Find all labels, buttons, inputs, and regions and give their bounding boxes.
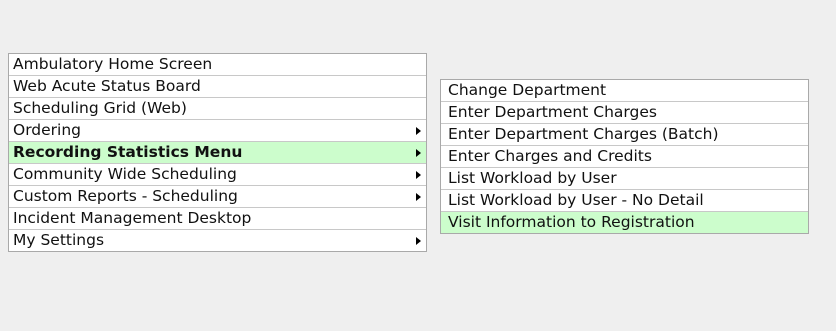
submenu-item-change-department[interactable]: Change Department bbox=[441, 80, 808, 102]
recording-statistics-submenu: Change Department Enter Department Charg… bbox=[440, 79, 809, 234]
menu-item-label: Scheduling Grid (Web) bbox=[13, 99, 187, 117]
submenu-item-list-workload-by-user-no-detail[interactable]: List Workload by User - No Detail bbox=[441, 190, 808, 212]
menu-item-label: Community Wide Scheduling bbox=[13, 165, 237, 183]
menu-item-incident-management-desktop[interactable]: Incident Management Desktop bbox=[9, 208, 426, 230]
menu-item-label: My Settings bbox=[13, 231, 105, 249]
submenu-item-label: Enter Department Charges (Batch) bbox=[448, 125, 719, 143]
menu-item-label: Ambulatory Home Screen bbox=[13, 55, 213, 73]
main-menu: Ambulatory Home Screen Web Acute Status … bbox=[8, 53, 427, 252]
submenu-item-list-workload-by-user[interactable]: List Workload by User bbox=[441, 168, 808, 190]
submenu-arrow-icon bbox=[416, 149, 421, 157]
submenu-item-visit-information-to-registration[interactable]: Visit Information to Registration bbox=[441, 212, 808, 233]
menu-item-label: Web Acute Status Board bbox=[13, 77, 201, 95]
submenu-item-label: List Workload by User bbox=[448, 169, 617, 187]
submenu-item-label: Change Department bbox=[448, 81, 607, 99]
menu-item-community-wide-scheduling[interactable]: Community Wide Scheduling bbox=[9, 164, 426, 186]
submenu-arrow-icon bbox=[416, 237, 421, 245]
menu-item-label: Ordering bbox=[13, 121, 82, 139]
menu-item-custom-reports-scheduling[interactable]: Custom Reports - Scheduling bbox=[9, 186, 426, 208]
submenu-item-label: Visit Information to Registration bbox=[448, 213, 695, 231]
submenu-item-enter-charges-and-credits[interactable]: Enter Charges and Credits bbox=[441, 146, 808, 168]
submenu-item-label: Enter Charges and Credits bbox=[448, 147, 652, 165]
menu-item-ambulatory-home-screen[interactable]: Ambulatory Home Screen bbox=[9, 54, 426, 76]
menu-item-my-settings[interactable]: My Settings bbox=[9, 230, 426, 251]
menu-item-web-acute-status-board[interactable]: Web Acute Status Board bbox=[9, 76, 426, 98]
menu-item-scheduling-grid-web[interactable]: Scheduling Grid (Web) bbox=[9, 98, 426, 120]
menu-item-recording-statistics-menu[interactable]: Recording Statistics Menu bbox=[9, 142, 426, 164]
menu-item-ordering[interactable]: Ordering bbox=[9, 120, 426, 142]
menu-item-label: Incident Management Desktop bbox=[13, 209, 252, 227]
submenu-item-label: Enter Department Charges bbox=[448, 103, 657, 121]
submenu-arrow-icon bbox=[416, 193, 421, 201]
screen: { "main_menu": { "items": [ {"label": "A… bbox=[0, 0, 836, 331]
submenu-item-enter-department-charges[interactable]: Enter Department Charges bbox=[441, 102, 808, 124]
menu-item-label: Recording Statistics Menu bbox=[13, 143, 243, 161]
submenu-arrow-icon bbox=[416, 171, 421, 179]
submenu-item-label: List Workload by User - No Detail bbox=[448, 191, 704, 209]
menu-item-label: Custom Reports - Scheduling bbox=[13, 187, 238, 205]
submenu-arrow-icon bbox=[416, 127, 421, 135]
submenu-item-enter-department-charges-batch[interactable]: Enter Department Charges (Batch) bbox=[441, 124, 808, 146]
